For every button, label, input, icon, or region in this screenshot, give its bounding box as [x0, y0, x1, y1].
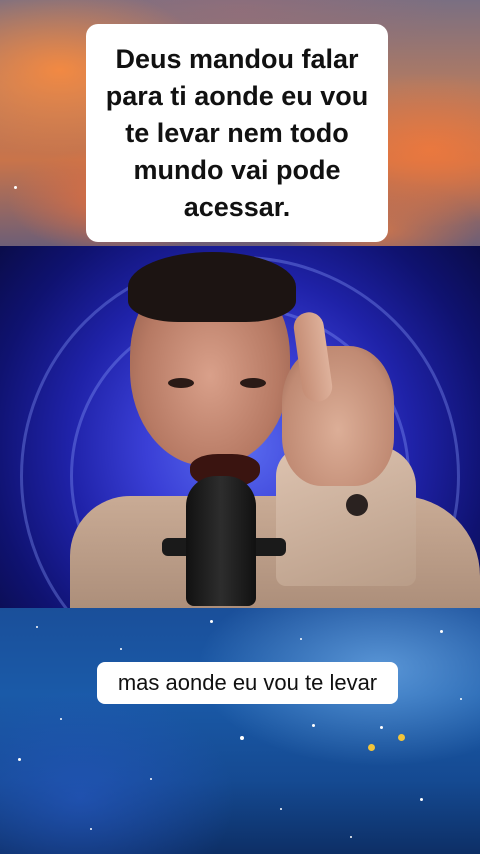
gold-star: [368, 744, 375, 751]
star: [150, 778, 152, 780]
star: [280, 808, 282, 810]
star: [60, 718, 62, 720]
microphone: [186, 476, 256, 606]
star: [210, 620, 213, 623]
singer-eye: [168, 378, 194, 388]
lyric-text-bottom: mas aonde eu vou te levar: [117, 670, 378, 695]
star: [420, 798, 423, 801]
star: [36, 626, 38, 628]
star: [440, 630, 443, 633]
star: [380, 726, 383, 729]
star: [18, 758, 21, 761]
star: [90, 828, 92, 830]
star: [120, 648, 122, 650]
singer-eye: [240, 378, 266, 388]
singer-image: [0, 246, 480, 608]
singer-hair: [128, 252, 296, 322]
jacket-button: [346, 494, 368, 516]
star: [240, 736, 244, 740]
lyric-caption-top: Deus mandou falar para ti aonde eu vou t…: [86, 24, 388, 242]
starry-sky-background: [0, 608, 480, 854]
star: [312, 724, 315, 727]
sky-star: [14, 186, 17, 189]
lyric-text-top: Deus mandou falar para ti aonde eu vou t…: [105, 43, 369, 222]
gold-star: [398, 734, 405, 741]
lyric-caption-bottom: mas aonde eu vou te levar: [97, 662, 398, 704]
star: [460, 698, 462, 700]
star: [300, 638, 302, 640]
star: [350, 836, 352, 838]
